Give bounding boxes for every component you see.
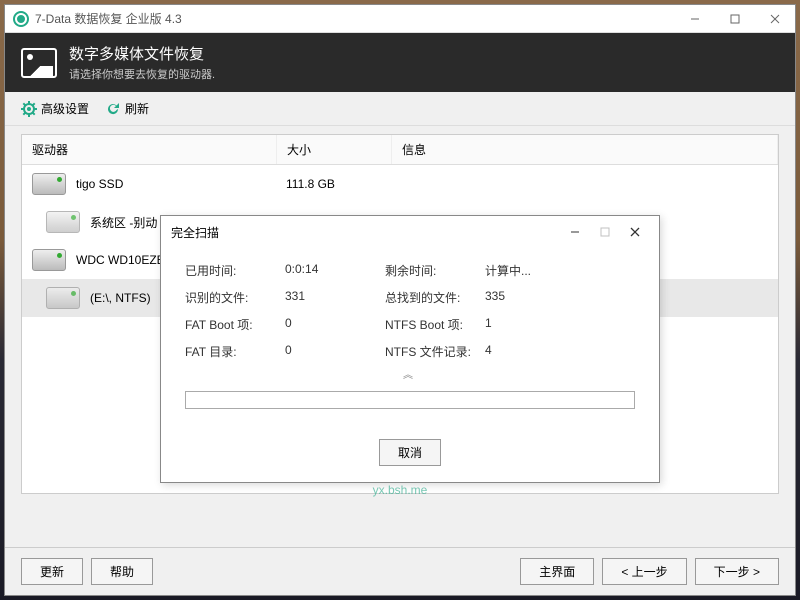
col-info[interactable]: 信息 <box>392 135 778 164</box>
minimize-button[interactable] <box>675 5 715 33</box>
dialog-minimize-button[interactable] <box>561 222 589 242</box>
stat-col-left: 已用时间: 0:0:14 识别的文件: 331 FAT Boot 项: 0 FA… <box>185 262 355 360</box>
dialog-titlebar: 完全扫描 <box>161 216 659 248</box>
elapsed-value: 0:0:14 <box>285 262 355 279</box>
refresh-label: 刷新 <box>125 100 149 117</box>
dialog-controls <box>561 222 649 242</box>
drive-icon <box>32 173 66 195</box>
remaining-label: 剩余时间: <box>385 262 485 279</box>
scan-dialog: 完全扫描 已用时间: 0:0:14 识别的文件: 331 FAT Boot 项:… <box>160 215 660 483</box>
partition-icon <box>46 287 80 309</box>
ntfs-boot-value: 1 <box>485 316 555 333</box>
page-subtitle: 请选择你想要去恢复的驱动器. <box>69 66 215 82</box>
identified-value: 331 <box>285 289 355 306</box>
next-button[interactable]: 下一步 > <box>695 558 779 585</box>
ntfs-rec-value: 4 <box>485 343 555 360</box>
drive-icon <box>32 249 66 271</box>
maximize-button[interactable] <box>715 5 755 33</box>
table-row[interactable]: tigo SSD 111.8 GB <box>22 165 778 203</box>
col-size[interactable]: 大小 <box>277 135 392 164</box>
header-text: 数字多媒体文件恢复 请选择你想要去恢复的驱动器. <box>69 43 215 82</box>
refresh-button[interactable]: 刷新 <box>105 100 149 117</box>
window-title: 7-Data 数据恢复 企业版 4.3 <box>35 10 675 27</box>
refresh-icon <box>105 101 121 117</box>
dialog-close-button[interactable] <box>621 222 649 242</box>
total-found-label: 总找到的文件: <box>385 289 485 306</box>
close-icon <box>770 14 780 24</box>
scan-stats: 已用时间: 0:0:14 识别的文件: 331 FAT Boot 项: 0 FA… <box>185 262 635 360</box>
table-header: 驱动器 大小 信息 <box>22 135 778 165</box>
progress-bar <box>185 391 635 409</box>
minimize-icon <box>690 14 700 24</box>
ntfs-rec-label: NTFS 文件记录: <box>385 343 485 360</box>
partition-icon <box>46 211 80 233</box>
toolbar: 高级设置 刷新 <box>5 92 795 126</box>
collapse-icon[interactable]: ︽ <box>185 360 635 387</box>
fat-boot-value: 0 <box>285 316 355 333</box>
close-button[interactable] <box>755 5 795 33</box>
prev-button[interactable]: < 上一步 <box>602 558 686 585</box>
gear-icon <box>21 101 37 117</box>
help-button[interactable]: 帮助 <box>91 558 153 585</box>
page-header: 数字多媒体文件恢复 请选择你想要去恢复的驱动器. <box>5 33 795 92</box>
col-driver[interactable]: 驱动器 <box>22 135 277 164</box>
watermark-sub: yx.bsh.me <box>337 483 463 497</box>
advanced-settings-button[interactable]: 高级设置 <box>21 100 89 117</box>
footer: 更新 帮助 主界面 < 上一步 下一步 > <box>5 547 795 595</box>
update-button[interactable]: 更新 <box>21 558 83 585</box>
maximize-icon <box>730 14 740 24</box>
cancel-button[interactable]: 取消 <box>379 439 441 466</box>
fat-dir-label: FAT 目录: <box>185 343 285 360</box>
drive-size: 111.8 GB <box>286 177 401 191</box>
elapsed-label: 已用时间: <box>185 262 285 279</box>
titlebar: 7-Data 数据恢复 企业版 4.3 <box>5 5 795 33</box>
page-title: 数字多媒体文件恢复 <box>69 43 215 64</box>
fat-dir-value: 0 <box>285 343 355 360</box>
dialog-title: 完全扫描 <box>171 224 561 241</box>
ntfs-boot-label: NTFS Boot 项: <box>385 316 485 333</box>
maximize-icon <box>600 227 610 237</box>
close-icon <box>630 227 640 237</box>
dialog-body: 已用时间: 0:0:14 识别的文件: 331 FAT Boot 项: 0 FA… <box>161 248 659 439</box>
drive-name: tigo SSD <box>76 177 276 191</box>
identified-label: 识别的文件: <box>185 289 285 306</box>
stat-col-right: 剩余时间: 计算中... 总找到的文件: 335 NTFS Boot 项: 1 … <box>385 262 555 360</box>
remaining-value: 计算中... <box>485 262 555 279</box>
minimize-icon <box>570 227 580 237</box>
advanced-label: 高级设置 <box>41 100 89 117</box>
dialog-footer: 取消 <box>161 439 659 482</box>
dialog-maximize-button[interactable] <box>591 222 619 242</box>
fat-boot-label: FAT Boot 项: <box>185 316 285 333</box>
window-controls <box>675 5 795 33</box>
app-icon <box>13 11 29 27</box>
total-found-value: 335 <box>485 289 555 306</box>
main-screen-button[interactable]: 主界面 <box>520 558 594 585</box>
media-recovery-icon <box>21 48 57 78</box>
